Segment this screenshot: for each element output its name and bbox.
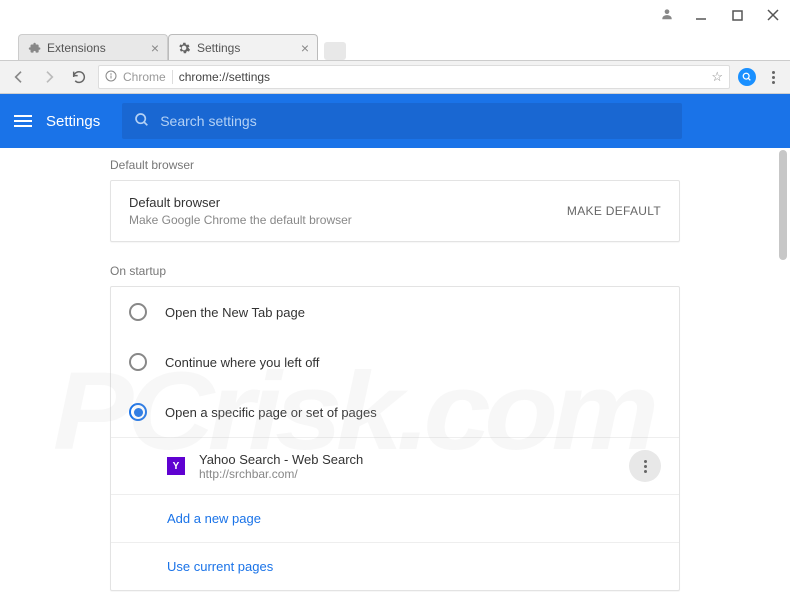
search-engine-icon[interactable] bbox=[738, 68, 756, 86]
browser-menu-button[interactable] bbox=[764, 71, 782, 84]
add-page-row: Add a new page bbox=[111, 494, 679, 542]
gear-icon bbox=[177, 41, 191, 55]
close-icon[interactable]: × bbox=[301, 40, 309, 56]
settings-content: PCrisk.com Default browser Default brows… bbox=[0, 148, 790, 592]
extension-icon bbox=[27, 41, 41, 55]
tab-label: Extensions bbox=[47, 41, 147, 55]
menu-icon[interactable] bbox=[14, 112, 32, 130]
window-titlebar bbox=[0, 0, 790, 30]
startup-page-title: Yahoo Search - Web Search bbox=[199, 452, 615, 467]
new-tab-button[interactable] bbox=[324, 42, 346, 60]
radio-icon[interactable] bbox=[129, 403, 147, 421]
radio-label: Open a specific page or set of pages bbox=[165, 405, 377, 420]
radio-label: Continue where you left off bbox=[165, 355, 319, 370]
tab-extensions[interactable]: Extensions × bbox=[18, 34, 168, 60]
use-current-link[interactable]: Use current pages bbox=[167, 559, 273, 574]
search-settings-input[interactable] bbox=[160, 113, 670, 129]
url-origin: Chrome bbox=[123, 70, 173, 84]
close-icon[interactable]: × bbox=[151, 40, 159, 56]
tab-strip: Extensions × Settings × bbox=[0, 30, 790, 60]
add-page-link[interactable]: Add a new page bbox=[167, 511, 261, 526]
page-more-button[interactable] bbox=[629, 450, 661, 482]
close-button[interactable] bbox=[764, 5, 782, 25]
startup-page-url: http://srchbar.com/ bbox=[199, 467, 615, 481]
url-text: chrome://settings bbox=[179, 70, 706, 84]
browser-toolbar: Chrome chrome://settings ☆ bbox=[0, 60, 790, 94]
startup-option-continue[interactable]: Continue where you left off bbox=[111, 337, 679, 387]
section-heading-default-browser: Default browser bbox=[110, 158, 680, 172]
tab-settings[interactable]: Settings × bbox=[168, 34, 318, 60]
address-bar[interactable]: Chrome chrome://settings ☆ bbox=[98, 65, 730, 89]
minimize-button[interactable] bbox=[692, 5, 710, 25]
profile-icon[interactable] bbox=[660, 7, 674, 24]
startup-card: Open the New Tab page Continue where you… bbox=[110, 286, 680, 591]
forward-button[interactable] bbox=[38, 66, 60, 88]
page-favicon: Y bbox=[167, 457, 185, 475]
reload-button[interactable] bbox=[68, 66, 90, 88]
scrollbar-thumb[interactable] bbox=[779, 150, 787, 260]
default-browser-title: Default browser bbox=[129, 195, 352, 210]
default-browser-card: Default browser Make Google Chrome the d… bbox=[110, 180, 680, 242]
use-current-row: Use current pages bbox=[111, 542, 679, 590]
radio-label: Open the New Tab page bbox=[165, 305, 305, 320]
settings-header: Settings bbox=[0, 94, 790, 148]
startup-option-specific[interactable]: Open a specific page or set of pages bbox=[111, 387, 679, 437]
section-heading-startup: On startup bbox=[110, 264, 680, 278]
bookmark-icon[interactable]: ☆ bbox=[711, 69, 723, 85]
radio-icon[interactable] bbox=[129, 303, 147, 321]
maximize-button[interactable] bbox=[728, 5, 746, 25]
default-browser-sub: Make Google Chrome the default browser bbox=[129, 213, 352, 227]
page-title: Settings bbox=[46, 113, 100, 130]
security-icon bbox=[105, 70, 117, 85]
tab-label: Settings bbox=[197, 41, 297, 55]
startup-page-entry: Y Yahoo Search - Web Search http://srchb… bbox=[111, 437, 679, 494]
search-settings-box[interactable] bbox=[122, 103, 682, 139]
radio-icon[interactable] bbox=[129, 353, 147, 371]
make-default-button[interactable]: MAKE DEFAULT bbox=[567, 204, 661, 218]
back-button[interactable] bbox=[8, 66, 30, 88]
scrollbar[interactable] bbox=[778, 148, 788, 592]
search-icon bbox=[134, 112, 150, 131]
startup-option-newtab[interactable]: Open the New Tab page bbox=[111, 287, 679, 337]
